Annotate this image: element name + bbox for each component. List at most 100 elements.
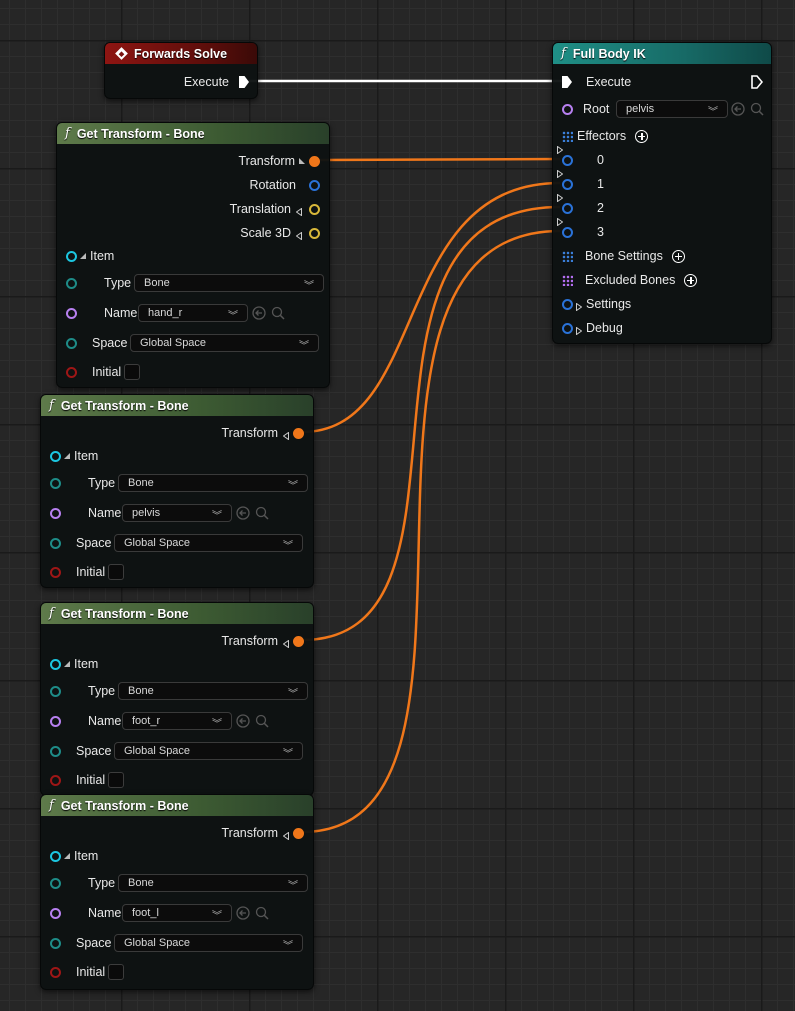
collapse-triangle-icon[interactable] [64, 853, 70, 859]
space-dropdown[interactable]: Global Space ︾ [114, 534, 303, 552]
expand-triangle-icon[interactable] [282, 829, 289, 841]
forwards-solve-header[interactable]: Forwards Solve [105, 43, 257, 64]
rotation-output-pin[interactable] [309, 179, 320, 191]
array-grid-icon[interactable] [562, 130, 573, 142]
get-transform-title: Get Transform - Bone [60, 606, 189, 621]
settings-input-pin[interactable] [562, 298, 573, 310]
space-input-pin[interactable] [50, 745, 61, 757]
initial-checkbox[interactable] [124, 364, 140, 380]
expand-triangle-icon[interactable] [576, 324, 583, 336]
transform-output-pin[interactable] [293, 635, 304, 647]
collapse-triangle-icon[interactable] [64, 661, 70, 667]
array-grid-icon[interactable] [562, 274, 573, 286]
name-label: Name [88, 714, 122, 728]
item-input-pin[interactable] [50, 450, 61, 462]
initial-checkbox[interactable] [108, 772, 124, 788]
expand-triangle-icon[interactable] [282, 637, 289, 649]
root-bone-dropdown[interactable]: pelvis ︾ [616, 100, 728, 118]
type-dropdown[interactable]: Bone ︾ [118, 682, 308, 700]
search-icon[interactable] [255, 714, 269, 728]
transform-output-pin[interactable] [293, 827, 304, 839]
search-icon[interactable] [750, 102, 764, 116]
translation-output-pin[interactable] [309, 203, 320, 215]
space-input-pin[interactable] [50, 537, 61, 549]
initial-checkbox[interactable] [108, 564, 124, 580]
initial-input-pin[interactable] [50, 966, 61, 978]
full-body-ik-node[interactable]: f Full Body IK Execute Root pelvis ︾ Eff… [552, 42, 772, 344]
get-transform-header[interactable]: f Get Transform - Bone [41, 795, 313, 816]
search-icon[interactable] [255, 906, 269, 920]
effector-0-input-pin[interactable] [562, 154, 573, 166]
name-input-pin[interactable] [66, 307, 77, 319]
search-icon[interactable] [271, 306, 285, 320]
root-input-pin[interactable] [562, 103, 573, 115]
bone-name-dropdown[interactable]: foot_l ︾ [122, 904, 232, 922]
space-dropdown[interactable]: Global Space ︾ [114, 934, 303, 952]
execute-output-pin-icon[interactable] [239, 76, 249, 88]
type-input-pin[interactable] [50, 685, 61, 697]
execute-output-pin-icon[interactable] [751, 75, 764, 94]
use-selected-arrow-icon[interactable] [731, 102, 745, 116]
effector-3-input-pin[interactable] [562, 226, 573, 238]
expand-triangle-icon[interactable] [557, 146, 592, 164]
initial-checkbox[interactable] [108, 964, 124, 980]
transform-output-pin[interactable] [309, 155, 320, 167]
expand-triangle-icon[interactable] [295, 205, 302, 217]
transform-output-pin[interactable] [293, 427, 304, 439]
type-dropdown[interactable]: Bone ︾ [118, 874, 308, 892]
item-input-pin[interactable] [50, 658, 61, 670]
collapse-triangle-icon[interactable] [80, 253, 86, 259]
collapse-triangle-icon[interactable] [64, 453, 70, 459]
get-transform-node-foot-l[interactable]: f Get Transform - Bone Transform Item Ty… [40, 794, 314, 990]
type-input-pin[interactable] [50, 877, 61, 889]
scale-output-pin[interactable] [309, 227, 320, 239]
initial-input-pin[interactable] [50, 774, 61, 786]
type-input-pin[interactable] [50, 477, 61, 489]
effector-2-input-pin[interactable] [562, 202, 573, 214]
search-icon[interactable] [255, 506, 269, 520]
type-dropdown[interactable]: Bone ︾ [134, 274, 324, 292]
full-body-ik-header[interactable]: f Full Body IK [553, 43, 771, 64]
expand-triangle-icon[interactable] [557, 218, 592, 236]
add-effector-plus-icon[interactable] [635, 129, 649, 143]
debug-input-pin[interactable] [562, 322, 573, 334]
get-transform-node-pelvis[interactable]: f Get Transform - Bone Transform Item Ty… [40, 394, 314, 588]
expand-triangle-icon[interactable] [557, 170, 592, 188]
name-input-pin[interactable] [50, 715, 61, 727]
type-dropdown[interactable]: Bone ︾ [118, 474, 308, 492]
expand-triangle-icon[interactable] [576, 300, 583, 312]
expand-triangle-icon[interactable] [282, 429, 289, 441]
get-transform-header[interactable]: f Get Transform - Bone [57, 123, 329, 144]
name-input-pin[interactable] [50, 907, 61, 919]
get-transform-header[interactable]: f Get Transform - Bone [41, 603, 313, 624]
space-dropdown[interactable]: Global Space ︾ [130, 334, 319, 352]
add-excluded-bone-plus-icon[interactable] [684, 273, 698, 287]
bone-name-dropdown[interactable]: pelvis ︾ [122, 504, 232, 522]
use-selected-arrow-icon[interactable] [236, 906, 250, 920]
use-selected-arrow-icon[interactable] [236, 506, 250, 520]
item-input-pin[interactable] [50, 850, 61, 862]
initial-input-pin[interactable] [66, 366, 77, 378]
use-selected-arrow-icon[interactable] [236, 714, 250, 728]
get-transform-node-foot-r[interactable]: f Get Transform - Bone Transform Item Ty… [40, 602, 314, 796]
forwards-solve-node[interactable]: Forwards Solve Execute [104, 42, 258, 99]
collapse-triangle-icon[interactable] [299, 158, 305, 164]
initial-input-pin[interactable] [50, 566, 61, 578]
expand-triangle-icon[interactable] [295, 229, 302, 241]
bone-name-dropdown[interactable]: hand_r ︾ [138, 304, 248, 322]
effector-1-input-pin[interactable] [562, 178, 573, 190]
item-input-pin[interactable] [66, 250, 77, 262]
get-transform-header[interactable]: f Get Transform - Bone [41, 395, 313, 416]
use-selected-arrow-icon[interactable] [252, 306, 266, 320]
type-input-pin[interactable] [66, 277, 77, 289]
space-input-pin[interactable] [50, 937, 61, 949]
bone-name-dropdown[interactable]: foot_r ︾ [122, 712, 232, 730]
execute-input-pin-icon[interactable] [562, 76, 572, 88]
add-bone-settings-plus-icon[interactable] [671, 249, 685, 263]
space-dropdown[interactable]: Global Space ︾ [114, 742, 303, 760]
name-input-pin[interactable] [50, 507, 61, 519]
expand-triangle-icon[interactable] [557, 194, 592, 212]
array-grid-icon[interactable] [562, 250, 573, 262]
get-transform-node-hand-r[interactable]: f Get Transform - Bone Transform Rotatio… [56, 122, 330, 388]
space-input-pin[interactable] [66, 337, 77, 349]
